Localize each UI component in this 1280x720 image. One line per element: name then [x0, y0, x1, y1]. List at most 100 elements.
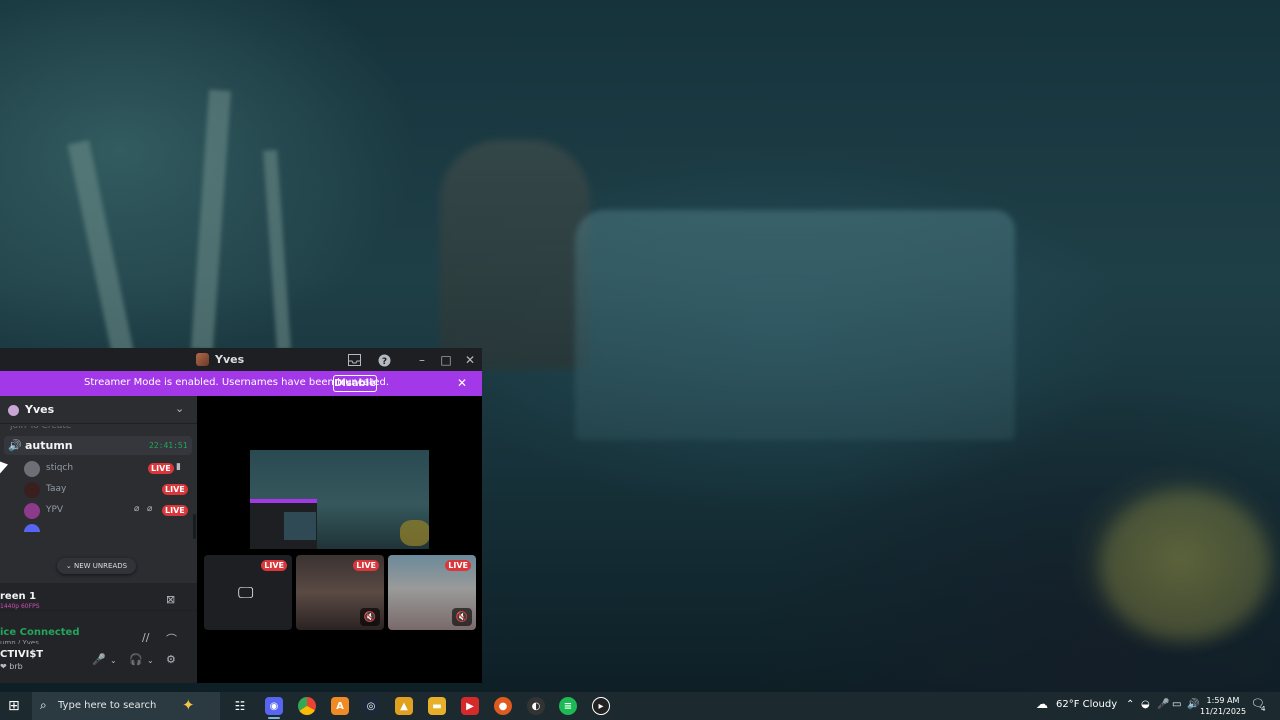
- live-badge: LIVE: [261, 560, 287, 571]
- background-light: [1100, 490, 1270, 640]
- user-panel: CTIVI$T ❤ brb 🎤 ⌄ 🎧 ⌄ ⚙: [0, 644, 197, 683]
- sidebar-scrollbar[interactable]: [193, 514, 196, 539]
- user-name: CTIVI$T: [0, 649, 44, 660]
- stop-stream-icon[interactable]: ⊠: [166, 593, 175, 606]
- discord-window: Yves ? – □ ✕ Streamer Mode is enabled. U…: [0, 348, 482, 683]
- member-name: Taay: [46, 484, 67, 494]
- notification-center-icon[interactable]: 🗨 4: [1251, 697, 1269, 715]
- voice-member[interactable]: stiqch LIVE ▮: [24, 459, 194, 479]
- background-person: [440, 140, 590, 370]
- voice-channel-name: autumn: [25, 439, 73, 452]
- mouse-cursor: [0, 461, 8, 477]
- app-icon[interactable]: ▶: [461, 697, 479, 715]
- volume-icon[interactable]: 🔊: [1187, 699, 1199, 710]
- avatar: [24, 461, 40, 477]
- channel-sidebar: Yves ⌄ Join To Create 🔊 autumn 22:41:51 …: [0, 396, 197, 683]
- voice-status: ice Connected: [0, 627, 80, 638]
- chevron-up-icon[interactable]: ⌃: [1126, 699, 1134, 710]
- network-icon[interactable]: ▭: [1172, 699, 1181, 710]
- live-badge: LIVE: [162, 484, 188, 495]
- weather-icon[interactable]: ☁: [1036, 697, 1048, 711]
- live-badge: LIVE: [353, 560, 379, 571]
- mute-icon: ⌀: [134, 504, 140, 514]
- discord-app-icon[interactable]: ◉: [265, 697, 283, 719]
- taskbar: ⊞ ⌕ Type here to search ✦ ☷ ◉ A ◎ ▲ ▬ ▶ …: [0, 692, 1280, 720]
- file-explorer-icon[interactable]: ▬: [428, 697, 446, 715]
- system-clock[interactable]: 1:59 AM 11/21/2025: [1200, 695, 1246, 717]
- server-name: Yves: [25, 403, 55, 416]
- notification-count: 4: [1261, 705, 1266, 713]
- media-player-icon[interactable]: ▸: [592, 697, 610, 715]
- channel-item-cut[interactable]: Join To Create: [10, 426, 71, 432]
- member-name: YPV: [46, 505, 64, 515]
- taskbar-search[interactable]: ⌕ Type here to search ✦: [32, 692, 220, 720]
- focused-stream[interactable]: [250, 450, 429, 549]
- help-icon[interactable]: ?: [376, 352, 392, 368]
- new-unreads-label: NEW UNREADS: [74, 562, 128, 570]
- app-icon[interactable]: ▲: [395, 697, 413, 715]
- server-header[interactable]: Yves ⌄: [0, 396, 197, 424]
- noise-suppression-icon[interactable]: ∕∕: [142, 631, 149, 644]
- disable-button[interactable]: Disable: [333, 375, 377, 392]
- muted-icon[interactable]: 🔇: [360, 608, 380, 626]
- stream-tile[interactable]: LIVE 🔇: [388, 555, 476, 630]
- maximize-icon[interactable]: □: [438, 352, 454, 368]
- app-icon[interactable]: ●: [494, 697, 512, 715]
- streamer-mode-banner: Streamer Mode is enabled. Usernames have…: [0, 371, 482, 396]
- background-truck: [575, 210, 1015, 440]
- chevron-down-icon[interactable]: ⌄: [110, 656, 117, 665]
- app-icon[interactable]: ◐: [527, 697, 545, 715]
- voice-member[interactable]: Taay LIVE: [24, 480, 194, 500]
- window-title: Yves: [215, 353, 245, 366]
- speaker-icon: 🔊: [8, 439, 22, 452]
- headphones-icon[interactable]: 🎧: [129, 653, 143, 666]
- live-badge: LIVE: [148, 463, 174, 474]
- voice-member[interactable]: [24, 522, 194, 532]
- gear-icon[interactable]: ⚙: [166, 653, 176, 666]
- muted-icon[interactable]: 🔇: [452, 608, 472, 626]
- avatar: [24, 524, 40, 532]
- windows-start-icon[interactable]: ⊞: [8, 698, 20, 714]
- search-icon: ⌕: [40, 698, 47, 712]
- weather-text[interactable]: 62°F Cloudy: [1056, 699, 1117, 710]
- minimize-icon[interactable]: –: [414, 352, 430, 368]
- stream-tile[interactable]: LIVE 🖵: [204, 555, 292, 630]
- clock-date: 11/21/2025: [1200, 707, 1247, 716]
- background-tree: [263, 149, 291, 351]
- avatar: [24, 482, 40, 498]
- close-icon[interactable]: ✕: [462, 352, 478, 368]
- banner-close-icon[interactable]: ✕: [457, 376, 467, 390]
- steam-app-icon[interactable]: ◎: [362, 697, 380, 715]
- voice-channel-item[interactable]: 🔊 autumn 22:41:51: [4, 436, 192, 455]
- app-a-icon[interactable]: A: [331, 697, 349, 715]
- microphone-icon[interactable]: 🎤: [92, 653, 106, 666]
- inbox-icon[interactable]: [346, 352, 362, 368]
- member-name: stiqch: [46, 463, 74, 473]
- spotify-app-icon[interactable]: ≡: [559, 697, 577, 715]
- deafen-icon: ⌀: [147, 504, 153, 514]
- user-status: ❤ brb: [0, 662, 23, 671]
- nested-light: [400, 520, 429, 546]
- copilot-sparkle-icon: ✦: [182, 696, 195, 714]
- nested-preview: [284, 512, 316, 540]
- stream-quality: 1440p 60FPS: [0, 603, 40, 610]
- new-unreads-pill[interactable]: ⌄ NEW UNREADS: [57, 558, 136, 574]
- live-badge: LIVE: [162, 505, 188, 516]
- monitor-icon: 🖵: [238, 583, 254, 602]
- stream-status: reen 1 1440p 60FPS ⊠: [0, 583, 197, 611]
- voice-channel-timer: 22:41:51: [149, 441, 188, 450]
- search-placeholder: Type here to search: [58, 700, 157, 711]
- chevron-down-icon[interactable]: ⌄: [147, 656, 154, 665]
- svg-text:?: ?: [381, 357, 386, 367]
- task-view-icon[interactable]: ☷: [231, 697, 249, 715]
- microphone-tray-icon[interactable]: 🎤: [1157, 699, 1169, 710]
- window-titlebar: Yves ? – □ ✕: [0, 348, 482, 371]
- chrome-app-icon[interactable]: [298, 697, 316, 715]
- background-tree: [190, 89, 232, 351]
- voice-member[interactable]: YPV ⌀ ⌀ LIVE: [24, 501, 194, 521]
- screen-icon: ▮: [176, 462, 181, 472]
- stream-tile[interactable]: LIVE 🔇: [296, 555, 384, 630]
- server-icon: [196, 353, 209, 366]
- live-badge: LIVE: [445, 560, 471, 571]
- tray-app-icon[interactable]: ◒: [1141, 699, 1150, 710]
